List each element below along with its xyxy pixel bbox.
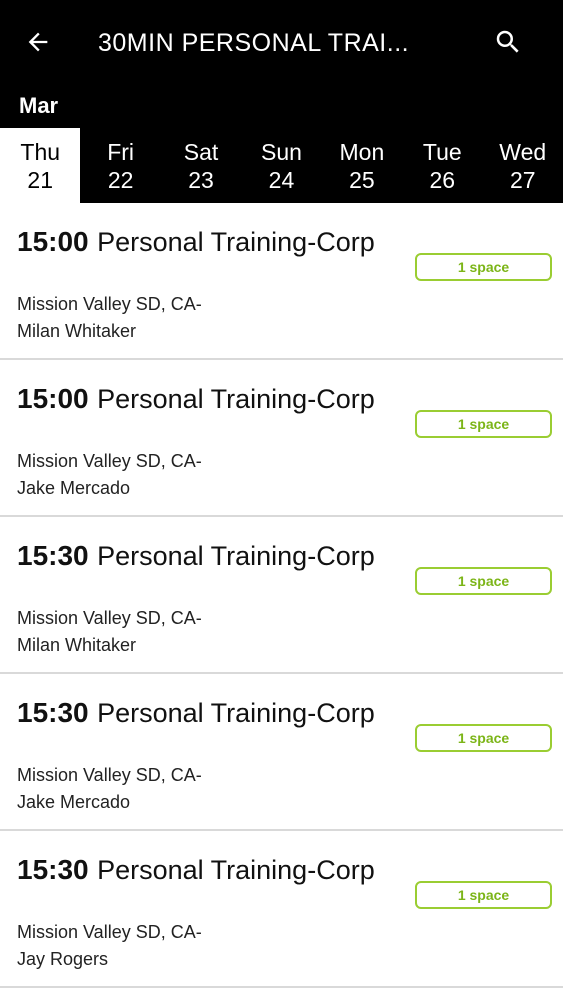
session-heading: 15:00 Personal Training-Corp (17, 382, 375, 416)
month-label: Mar (19, 93, 59, 118)
session-trainer: Milan Whitaker (17, 321, 137, 341)
page-title: 30MIN PERSONAL TRAI... (98, 29, 410, 57)
day-number: 25 (349, 166, 375, 193)
day-number: 22 (107, 166, 134, 193)
day-number: 23 (188, 166, 214, 193)
day-tab-wed-27[interactable]: Wed 27 (483, 128, 563, 203)
session-name: Personal Training-Corp (97, 698, 375, 728)
session-name: Personal Training-Corp (97, 541, 375, 571)
search-button[interactable] (484, 20, 532, 64)
availability-button[interactable]: 1 space (415, 253, 552, 281)
session-location: Mission Valley SD, CA- (17, 451, 202, 471)
day-number: 21 (27, 166, 53, 193)
day-tab-fri-22[interactable]: Fri 22 (80, 128, 160, 203)
day-tab-sun-24[interactable]: Sun 24 (241, 128, 321, 203)
session-name: Personal Training-Corp (97, 227, 375, 257)
session-name: Personal Training-Corp (97, 855, 375, 885)
session-heading: 15:30 Personal Training-Corp (17, 539, 375, 573)
session-location: Mission Valley SD, CA- (17, 608, 202, 628)
session-location: Mission Valley SD, CA- (17, 922, 202, 942)
session-location: Mission Valley SD, CA- (17, 765, 202, 785)
day-tab-tue-26[interactable]: Tue 26 (402, 128, 482, 203)
session-details: Mission Valley SD, CA- Jay Rogers (17, 919, 202, 973)
session-heading: 15:30 Personal Training-Corp (17, 696, 375, 730)
session-row[interactable]: 15:00 Personal Training-Corp 1 space Mis… (0, 360, 563, 517)
session-time: 15:30 (17, 540, 89, 571)
day-name: Sun (261, 138, 302, 165)
day-name: Thu (20, 138, 61, 165)
day-number: 24 (268, 166, 295, 193)
session-details: Mission Valley SD, CA- Jake Mercado (17, 762, 202, 816)
availability-button[interactable]: 1 space (415, 567, 552, 595)
session-trainer: Jay Rogers (17, 949, 109, 969)
session-details: Mission Valley SD, CA- Milan Whitaker (17, 291, 202, 345)
session-trainer: Jake Mercado (17, 478, 131, 498)
session-time: 15:30 (17, 697, 89, 728)
availability-button[interactable]: 1 space (415, 881, 552, 909)
day-tab-sat-23[interactable]: Sat 23 (161, 128, 241, 203)
session-row[interactable]: 15:30 Personal Training-Corp 1 space Mis… (0, 831, 563, 988)
availability-button[interactable]: 1 space (415, 724, 552, 752)
day-tab-thu-21[interactable]: Thu 21 (0, 128, 81, 203)
day-number: 27 (509, 166, 536, 193)
back-button[interactable] (14, 22, 62, 62)
day-name: Mon (339, 138, 385, 165)
day-tab-mon-25[interactable]: Mon 25 (322, 128, 402, 203)
session-row[interactable]: 15:30 Personal Training-Corp 1 space Mis… (0, 517, 563, 674)
arrow-left-icon (28, 32, 48, 52)
session-row[interactable]: 15:30 Personal Training-Corp 1 space Mis… (0, 674, 563, 831)
day-number: 26 (429, 166, 456, 193)
month-header: Mar (0, 86, 563, 128)
session-time: 15:30 (17, 854, 89, 885)
session-trainer: Jake Mercado (17, 792, 131, 812)
session-heading: 15:30 Personal Training-Corp (17, 853, 375, 887)
session-location: Mission Valley SD, CA- (17, 294, 202, 314)
day-name: Sat (183, 138, 219, 165)
session-details: Mission Valley SD, CA- Milan Whitaker (17, 605, 202, 659)
app-screen: 30MIN PERSONAL TRAI... Mar Thu 21 Fri 22… (0, 0, 563, 1000)
availability-button[interactable]: 1 space (415, 410, 552, 438)
session-time: 15:00 (17, 383, 89, 414)
session-trainer: Milan Whitaker (17, 635, 137, 655)
day-name: Wed (499, 138, 547, 165)
session-details: Mission Valley SD, CA- Jake Mercado (17, 448, 202, 502)
day-name: Tue (422, 138, 462, 165)
session-heading: 15:00 Personal Training-Corp (17, 225, 375, 259)
search-icon (496, 30, 519, 53)
day-name: Fri (107, 138, 135, 165)
session-time: 15:00 (17, 226, 89, 257)
session-list: 15:00 Personal Training-Corp 1 space Mis… (0, 203, 563, 1000)
app-bar: 30MIN PERSONAL TRAI... (0, 0, 563, 86)
session-name: Personal Training-Corp (97, 384, 375, 414)
date-selector: Thu 21 Fri 22 Sat 23 Sun 24 Mon 25 Tue 2… (0, 128, 563, 203)
session-row[interactable]: 15:00 Personal Training-Corp 1 space Mis… (0, 203, 563, 360)
